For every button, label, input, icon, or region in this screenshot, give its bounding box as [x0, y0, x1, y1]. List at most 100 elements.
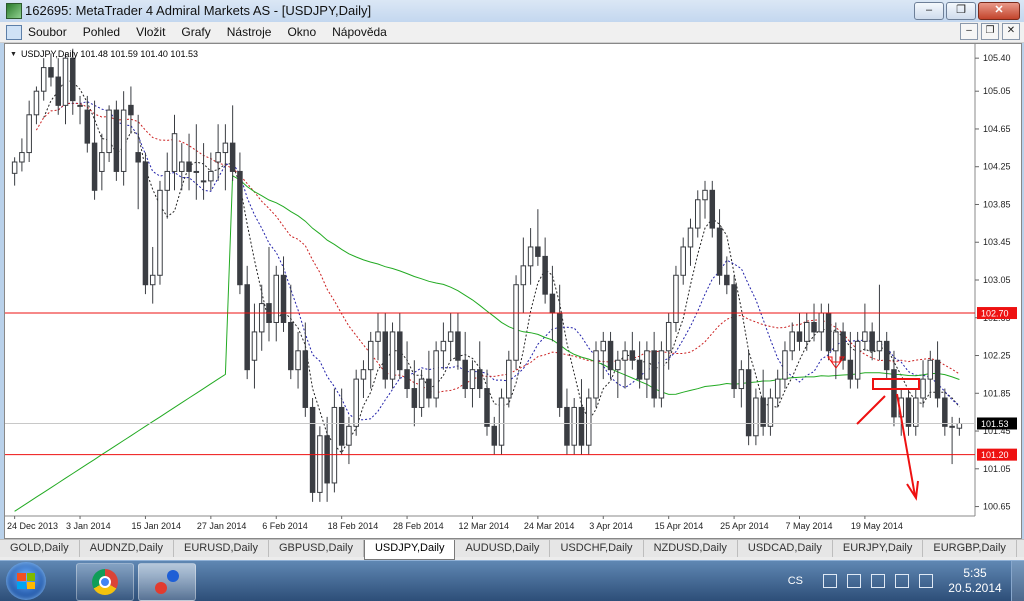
maximize-button[interactable]: ❐ — [946, 2, 976, 20]
chart-tab[interactable]: AUDUSD,Daily — [455, 540, 551, 557]
candle-body — [796, 331, 803, 342]
chart-tab[interactable]: GBPUSD,Daily — [269, 540, 364, 557]
chart-tab[interactable]: NZDUSD,Daily — [643, 540, 738, 557]
candle-body — [200, 180, 207, 183]
candle-body — [135, 152, 141, 163]
chart-tab[interactable]: EURGBP,Daily — [923, 540, 1017, 557]
chart-tab[interactable]: EURJPY,Daily — [832, 540, 924, 557]
candle-body — [949, 425, 955, 428]
tray-expand-icon[interactable] — [823, 574, 837, 588]
candle-body — [636, 359, 643, 380]
candle-body — [484, 388, 490, 427]
menu-item-4[interactable]: Nástroje — [227, 25, 272, 39]
chart-tab[interactable]: GOLD,Daily — [0, 540, 80, 557]
chart-tab[interactable]: AUDNZD,Daily — [79, 540, 175, 557]
menu-item-0[interactable]: Soubor — [28, 25, 67, 39]
time-tick-label: 15 Jan 2014 — [131, 521, 181, 531]
chrome-taskbar-button[interactable] — [76, 563, 134, 601]
chart-window-icon[interactable] — [6, 25, 22, 40]
candle-body — [382, 331, 389, 380]
chart-tab[interactable]: USDCAD,Daily — [737, 540, 833, 557]
chart-header-label: USDJPY,Daily 101.48 101.59 101.40 101.53 — [21, 49, 198, 59]
candle-body — [694, 199, 701, 229]
candle-body — [273, 274, 280, 323]
candle-body — [578, 406, 585, 446]
candle-body — [19, 152, 25, 163]
candle-body — [673, 274, 679, 323]
network-signal-icon[interactable] — [871, 574, 885, 588]
taskbar: CS 5:35 20.5.2014 — [0, 560, 1024, 601]
mdi-restore-button[interactable]: ❐ — [981, 23, 999, 40]
menu-item-2[interactable]: Vložit — [136, 25, 165, 39]
candle-body — [891, 369, 897, 418]
candle-body — [702, 189, 708, 201]
show-desktop-button[interactable] — [1011, 561, 1024, 601]
candle-body — [26, 114, 32, 154]
system-tray: CS 5:35 20.5.2014 — [788, 561, 1024, 601]
candle-body — [186, 161, 192, 172]
candle-body — [469, 369, 476, 390]
chart-window[interactable]: 105.40 105.05 104.65 104.25 103.85 103.45 103.… — [4, 43, 1022, 539]
mdi-minimize-button[interactable]: ‒ — [960, 23, 978, 40]
candle-body — [556, 312, 563, 408]
candle-body — [157, 189, 163, 276]
menu-item-1[interactable]: Pohled — [83, 25, 120, 39]
candle-body — [215, 152, 221, 163]
clock[interactable]: 5:35 20.5.2014 — [943, 566, 1007, 596]
time-tick-label: 3 Jan 2014 — [66, 521, 111, 531]
candle-body — [825, 312, 832, 352]
time-tick-label: 19 May 2014 — [851, 521, 903, 531]
candle-body — [651, 350, 657, 399]
menu-item-3[interactable]: Grafy — [181, 25, 210, 39]
menu-item-6[interactable]: Nápověda — [332, 25, 387, 39]
action-center-flag-icon[interactable] — [847, 574, 861, 588]
close-button[interactable]: ✕ — [978, 2, 1020, 20]
time-tick-label: 3 Apr 2014 — [589, 521, 633, 531]
time-tick-label: 24 Dec 2013 — [7, 521, 58, 531]
time-tick-label: 6 Feb 2014 — [262, 521, 308, 531]
candle-body — [506, 359, 512, 399]
candle-body — [535, 246, 541, 257]
candle-body — [404, 369, 410, 390]
windows-logo-icon — [17, 573, 35, 589]
chart-tab[interactable]: EURUSD,Daily — [174, 540, 269, 557]
candle-body — [222, 142, 229, 154]
drawn-trendline[interactable] — [856, 395, 886, 425]
power-icon[interactable] — [919, 574, 933, 588]
chart-tab[interactable]: E — [1016, 540, 1024, 557]
metatrader-taskbar-button[interactable] — [138, 563, 196, 601]
candle-body — [513, 284, 519, 361]
candle-body — [862, 331, 868, 342]
candle-body — [171, 133, 178, 172]
mdi-close-button[interactable]: ✕ — [1002, 23, 1020, 40]
metatrader-icon — [153, 568, 181, 596]
time-tick-label: 15 Apr 2014 — [655, 521, 704, 531]
window-title: 162695: MetaTrader 4 Admiral Markets AS … — [25, 3, 372, 18]
time-tick-label: 27 Jan 2014 — [197, 521, 247, 531]
clock-date: 20.5.2014 — [948, 581, 1002, 595]
candle-body — [397, 331, 403, 371]
menu-item-5[interactable]: Okno — [287, 25, 316, 39]
candle-body — [753, 397, 759, 437]
candle-body — [687, 227, 694, 248]
candle-body — [375, 331, 381, 342]
candle-body — [854, 340, 861, 380]
chart-header-arrow-icon: ▼ — [10, 51, 17, 58]
language-indicator[interactable]: CS — [788, 575, 803, 587]
price-chart[interactable]: 105.40 105.05 104.65 104.25 103.85 103.45 103.… — [5, 44, 1021, 538]
start-button[interactable] — [6, 562, 46, 600]
chart-tab[interactable]: USDCHF,Daily — [550, 540, 644, 557]
minimize-button[interactable]: ‒ — [914, 2, 944, 20]
candle-body — [942, 397, 948, 427]
candle-body — [498, 397, 505, 446]
candle-body — [782, 350, 788, 380]
window-controls: ‒ ❐ ✕ — [914, 2, 1020, 20]
price-tick-label: 102.25 — [983, 351, 1011, 361]
candle-body — [833, 331, 839, 352]
chart-tab[interactable]: USDJPY,Daily — [363, 540, 456, 560]
chart-tabs: GOLD,Daily AUDNZD,Daily EURUSD,Daily GBPUSD… — [0, 539, 1024, 560]
candle-body — [367, 340, 374, 371]
candle-body — [789, 331, 795, 352]
volume-icon[interactable] — [895, 574, 909, 588]
candle-body — [84, 109, 91, 144]
